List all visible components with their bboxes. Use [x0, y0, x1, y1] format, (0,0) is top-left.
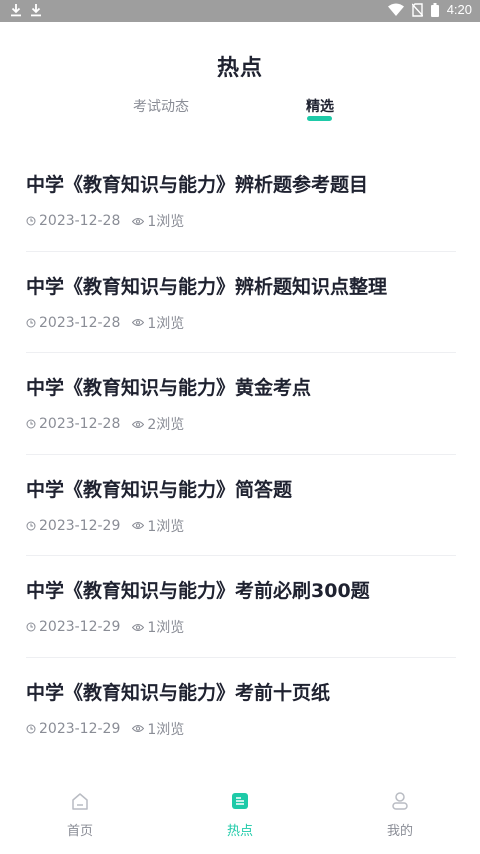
eye-icon	[132, 318, 145, 327]
nav-hot-label: 热点	[226, 824, 253, 839]
article-title[interactable]: 中学《教育知识与能力》简答题	[26, 475, 292, 502]
tab-exam-news[interactable]: 考试动态	[133, 96, 189, 116]
views-group: 2浏览	[132, 414, 184, 434]
battery-icon	[430, 2, 439, 17]
status-right-icons: 4:20	[387, 2, 472, 17]
eye-icon	[132, 521, 145, 530]
article-title[interactable]: 中学《教育知识与能力》黄金考点	[26, 373, 311, 400]
tab-featured[interactable]: 精选	[306, 96, 334, 116]
article-date: 2023-12-29	[39, 720, 121, 737]
list-item[interactable]: 中学《教育知识与能力》辨析题知识点整理 2023-12-28 1浏览	[26, 252, 456, 353]
article-date: 2023-12-28	[39, 213, 121, 229]
no-sim-icon	[411, 2, 423, 17]
home-icon	[69, 790, 91, 812]
eye-icon	[132, 420, 145, 429]
download-icon	[10, 3, 22, 17]
page-title: 热点	[216, 56, 263, 81]
clock-icon	[26, 419, 36, 429]
nav-home[interactable]: 首页	[50, 790, 110, 839]
article-title[interactable]: 中学《教育知识与能力》辨析题参考题目	[26, 170, 368, 197]
article-title[interactable]: 中学《教育知识与能力》考前十页纸	[26, 678, 330, 705]
bottom-nav: 首页 热点 我的	[0, 780, 480, 854]
nav-mine-label: 我的	[386, 824, 413, 839]
article-title[interactable]: 中学《教育知识与能力》辨析题知识点整理	[26, 272, 387, 299]
article-meta: 2023-12-28 2浏览	[26, 414, 184, 434]
clock-icon	[26, 521, 36, 531]
nav-home-label: 首页	[66, 824, 93, 839]
user-icon	[389, 790, 411, 812]
nav-mine[interactable]: 我的	[370, 790, 430, 839]
article-views: 1浏览	[147, 214, 185, 230]
clock-icon	[26, 318, 36, 328]
article-list: 中学《教育知识与能力》辨析题参考题目 2023-12-28 1浏览 中学《教育知…	[26, 150, 456, 759]
views-group: 1浏览	[132, 313, 184, 333]
article-meta: 2023-12-29 1浏览	[26, 516, 184, 536]
wifi-icon	[387, 3, 404, 16]
article-views: 2浏览	[147, 417, 185, 433]
article-title[interactable]: 中学《教育知识与能力》考前必刷300题	[26, 576, 370, 603]
article-views: 1浏览	[147, 518, 185, 535]
nav-hot[interactable]: 热点	[210, 790, 270, 839]
article-meta: 2023-12-28 1浏览	[26, 313, 184, 333]
status-bar: 4:20	[0, 0, 480, 22]
views-group: 1浏览	[132, 719, 184, 739]
active-tab-indicator	[307, 116, 332, 121]
status-left-icons	[10, 3, 42, 17]
article-date: 2023-12-28	[39, 416, 121, 432]
article-views: 1浏览	[147, 315, 185, 332]
views-group: 1浏览	[132, 516, 184, 536]
list-item[interactable]: 中学《教育知识与能力》考前十页纸 2023-12-29 1浏览	[26, 658, 456, 760]
article-date: 2023-12-29	[39, 517, 121, 534]
article-date: 2023-12-29	[39, 619, 121, 635]
list-item[interactable]: 中学《教育知识与能力》黄金考点 2023-12-28 2浏览	[26, 353, 456, 455]
clock-icon	[26, 724, 36, 734]
views-group: 1浏览	[132, 211, 184, 231]
views-group: 1浏览	[132, 617, 184, 637]
list-item[interactable]: 中学《教育知识与能力》考前必刷300题 2023-12-29 1浏览	[26, 556, 456, 658]
eye-icon	[132, 217, 145, 226]
tab-bar: 考试动态 精选	[0, 96, 480, 126]
download-icon	[30, 3, 42, 17]
article-views: 1浏览	[147, 721, 185, 738]
list-item[interactable]: 中学《教育知识与能力》简答题 2023-12-29 1浏览	[26, 455, 456, 556]
article-meta: 2023-12-28 1浏览	[26, 211, 184, 231]
status-time: 4:20	[446, 2, 472, 17]
clock-icon	[26, 216, 36, 226]
clock-icon	[26, 622, 36, 632]
article-meta: 2023-12-29 1浏览	[26, 719, 184, 739]
article-views: 1浏览	[147, 620, 185, 636]
eye-icon	[132, 724, 145, 733]
document-icon	[229, 790, 251, 812]
article-date: 2023-12-28	[39, 314, 121, 331]
eye-icon	[132, 623, 145, 632]
list-item[interactable]: 中学《教育知识与能力》辨析题参考题目 2023-12-28 1浏览	[26, 150, 456, 252]
article-meta: 2023-12-29 1浏览	[26, 617, 184, 637]
